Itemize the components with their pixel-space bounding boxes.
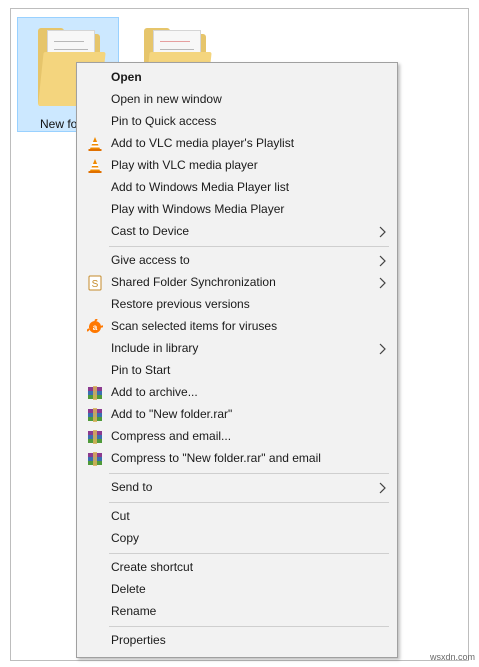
winrar-icon bbox=[88, 430, 102, 444]
menu-item-label: Copy bbox=[111, 531, 140, 545]
chevron-right-icon bbox=[379, 226, 386, 238]
menu-item-label: Pin to Quick access bbox=[111, 114, 217, 128]
folder-label: New fo bbox=[40, 117, 78, 131]
menu-item-compress-rar-email[interactable]: Compress to "New folder.rar" and email bbox=[77, 448, 397, 470]
menu-item-label: Play with Windows Media Player bbox=[111, 202, 285, 216]
menu-item-label: Cut bbox=[111, 509, 130, 523]
menu-item-include-library[interactable]: Include in library bbox=[77, 338, 397, 360]
menu-separator bbox=[109, 553, 389, 554]
chevron-right-icon bbox=[379, 255, 386, 267]
menu-item-add-rar[interactable]: Add to "New folder.rar" bbox=[77, 404, 397, 426]
menu-item-give-access[interactable]: Give access to bbox=[77, 250, 397, 272]
winrar-icon bbox=[88, 408, 102, 422]
menu-item-cut[interactable]: Cut bbox=[77, 506, 397, 528]
menu-item-add-archive[interactable]: Add to archive... bbox=[77, 382, 397, 404]
menu-item-label: Pin to Start bbox=[111, 363, 171, 377]
menu-item-send-to[interactable]: Send to bbox=[77, 477, 397, 499]
avast-icon: a bbox=[87, 319, 103, 333]
menu-item-label: Open in new window bbox=[111, 92, 222, 106]
svg-text:a: a bbox=[93, 323, 98, 332]
menu-item-open-new-window[interactable]: Open in new window bbox=[77, 89, 397, 111]
menu-item-pin-start[interactable]: Pin to Start bbox=[77, 360, 397, 382]
menu-item-scan-viruses[interactable]: a Scan selected items for viruses bbox=[77, 316, 397, 338]
menu-separator bbox=[109, 502, 389, 503]
chevron-right-icon bbox=[379, 277, 386, 289]
menu-item-label: Add to archive... bbox=[111, 385, 198, 399]
context-menu: Open Open in new window Pin to Quick acc… bbox=[76, 62, 398, 658]
menu-item-label: Shared Folder Synchronization bbox=[111, 275, 276, 289]
chevron-right-icon bbox=[379, 343, 386, 355]
menu-separator bbox=[109, 246, 389, 247]
menu-item-wmp-play[interactable]: Play with Windows Media Player bbox=[77, 199, 397, 221]
menu-item-label: Compress to "New folder.rar" and email bbox=[111, 451, 321, 465]
menu-item-rename[interactable]: Rename bbox=[77, 601, 397, 623]
menu-item-label: Create shortcut bbox=[111, 560, 194, 574]
menu-item-create-shortcut[interactable]: Create shortcut bbox=[77, 557, 397, 579]
menu-separator bbox=[109, 473, 389, 474]
chevron-right-icon bbox=[379, 482, 386, 494]
menu-item-wmp-add-list[interactable]: Add to Windows Media Player list bbox=[77, 177, 397, 199]
menu-item-shared-folder-sync[interactable]: S Shared Folder Synchronization bbox=[77, 272, 397, 294]
menu-item-label: Play with VLC media player bbox=[111, 158, 258, 172]
menu-item-restore-versions[interactable]: Restore previous versions bbox=[77, 294, 397, 316]
menu-item-vlc-add-playlist[interactable]: Add to VLC media player's Playlist bbox=[77, 133, 397, 155]
menu-item-label: Add to "New folder.rar" bbox=[111, 407, 233, 421]
sync-icon: S bbox=[88, 275, 102, 291]
menu-item-vlc-play[interactable]: Play with VLC media player bbox=[77, 155, 397, 177]
menu-item-label: Restore previous versions bbox=[111, 297, 250, 311]
menu-item-label: Send to bbox=[111, 480, 153, 494]
menu-item-label: Compress and email... bbox=[111, 429, 232, 443]
menu-item-delete[interactable]: Delete bbox=[77, 579, 397, 601]
menu-item-label: Rename bbox=[111, 604, 157, 618]
menu-item-label: Properties bbox=[111, 633, 166, 647]
menu-separator bbox=[109, 626, 389, 627]
vlc-cone-icon bbox=[88, 137, 102, 151]
menu-item-label: Open bbox=[111, 70, 142, 84]
menu-item-pin-quick-access[interactable]: Pin to Quick access bbox=[77, 111, 397, 133]
svg-text:S: S bbox=[92, 279, 99, 290]
menu-item-open[interactable]: Open bbox=[77, 67, 397, 89]
menu-item-properties[interactable]: Properties bbox=[77, 630, 397, 652]
menu-item-label: Add to VLC media player's Playlist bbox=[111, 136, 295, 150]
menu-item-label: Delete bbox=[111, 582, 146, 596]
vlc-cone-icon bbox=[88, 159, 102, 173]
winrar-icon bbox=[88, 386, 102, 400]
menu-item-label: Give access to bbox=[111, 253, 190, 267]
menu-item-label: Cast to Device bbox=[111, 224, 190, 238]
menu-item-label: Scan selected items for viruses bbox=[111, 319, 278, 333]
source-url: wsxdn.com bbox=[430, 652, 476, 662]
menu-item-copy[interactable]: Copy bbox=[77, 528, 397, 550]
menu-item-label: Add to Windows Media Player list bbox=[111, 180, 290, 194]
winrar-icon bbox=[88, 452, 102, 466]
menu-item-compress-email[interactable]: Compress and email... bbox=[77, 426, 397, 448]
menu-item-label: Include in library bbox=[111, 341, 199, 355]
menu-item-cast-to-device[interactable]: Cast to Device bbox=[77, 221, 397, 243]
